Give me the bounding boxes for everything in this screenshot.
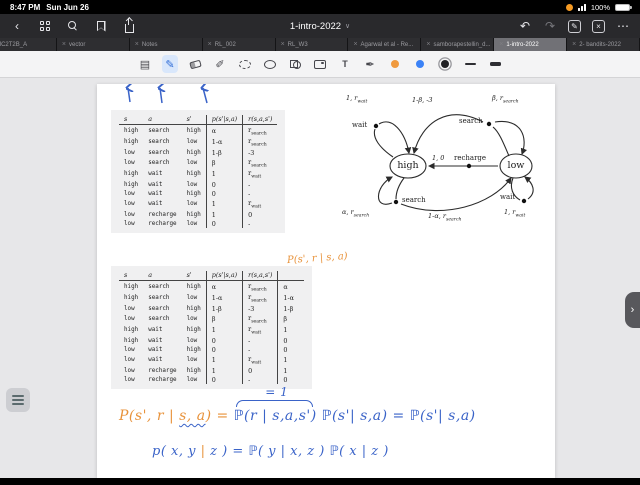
tab-close-icon[interactable]: × [281, 41, 285, 48]
battery-percent: 100% [591, 3, 610, 12]
handwritten-arrows-annotation [121, 84, 241, 104]
bottom-bezel [0, 478, 640, 485]
tab-close-icon[interactable]: × [62, 41, 66, 48]
action-dot-wait-bottom [522, 199, 526, 203]
redo-icon[interactable]: ↷ [543, 19, 557, 33]
eraser-tool-icon[interactable] [187, 55, 203, 73]
edge-label: α, rsearch [342, 208, 369, 218]
action-dot-wait-top [374, 124, 378, 128]
chevron-right-icon: › [631, 304, 635, 316]
sidebar-pull-tab[interactable]: › [625, 292, 640, 328]
edge-label: 1, 0 [432, 154, 444, 162]
document-title: 1-intro-2022 [290, 21, 341, 32]
mdp-dynamics-table: sas'p(s'|s,a)r(s,a,s')highsearchhighαrse… [119, 115, 277, 228]
tab-close-icon[interactable]: × [426, 41, 430, 48]
edge-label: 1-β, -3 [412, 96, 433, 104]
search-icon[interactable] [66, 19, 80, 33]
lasso-tool-icon[interactable] [237, 55, 253, 73]
recording-indicator-icon[interactable] [566, 4, 573, 11]
undo-icon[interactable]: ↶ [518, 19, 532, 33]
battery-icon [615, 4, 630, 11]
ipad-screen: 8:47 PM Sun Jun 26 100% ‹ 1-intro-2022 ∨… [0, 0, 640, 485]
back-chevron-icon[interactable]: ‹ [10, 19, 24, 33]
documents-grid-icon[interactable] [38, 19, 52, 33]
handwritten-equation-2: p( x, y | z ) = ℙ( y | x, z ) ℙ( x | z ) [152, 444, 389, 459]
tab-close-icon[interactable]: × [135, 41, 139, 48]
state-low-label: low [496, 160, 536, 171]
equals-one-note: = 1 [265, 385, 288, 399]
date: Sun Jun 26 [46, 3, 89, 12]
edge-label: 1-α, rsearch [428, 212, 462, 222]
page-thumbnails-icon[interactable]: ▤ [137, 55, 153, 73]
tab-close-icon[interactable]: × [353, 41, 357, 48]
action-wait-bottom-label: wait [500, 193, 515, 201]
markup-mode-icon[interactable]: ✎ [568, 20, 581, 33]
mdp-transition-diagram: high low 1, rwait 1-β, -3 β, rsearch wai… [330, 88, 552, 230]
stroke-width-thick[interactable] [487, 55, 503, 73]
color-swatch-blue[interactable] [412, 55, 428, 73]
marker-tool-icon[interactable]: ✐ [212, 55, 228, 73]
action-search-top-label: search [459, 117, 483, 125]
action-dot-search-bottom [394, 200, 398, 204]
braced-term: = 1ℙ(r | s,a,s') [234, 408, 317, 424]
image-tool-icon[interactable] [312, 55, 328, 73]
tab-mc2t2b[interactable]: ×MC2T2B_A [0, 38, 57, 51]
mdp-table-1: sas'p(s'|s,a)r(s,a,s')highsearchhighαrse… [111, 110, 285, 233]
action-wait-top-label: wait [352, 121, 367, 129]
page-navigator-button[interactable] [6, 388, 30, 412]
handwritten-column-header: P(s', r | s, a) [287, 251, 348, 266]
laser-pointer-tool-icon[interactable]: ✒ [362, 55, 378, 73]
shapes-tool-icon[interactable] [287, 55, 303, 73]
more-options-icon[interactable]: ⋯ [616, 19, 630, 33]
tab-notes[interactable]: ×Notes [130, 38, 203, 51]
tab-sambora[interactable]: ×samborapestellin_d... [421, 38, 494, 51]
text-tool-icon[interactable]: T [337, 55, 353, 73]
stroke-width-thin[interactable] [462, 55, 478, 73]
share-icon[interactable] [122, 19, 136, 33]
action-dot-search-top [487, 122, 491, 126]
document-title-menu[interactable]: 1-intro-2022 ∨ [290, 21, 350, 32]
pen-tool-icon[interactable]: ✎ [162, 55, 178, 73]
mdp-dynamics-table-annotated: sas'p(s'|s,a)r(s,a,s')highsearchhighαrse… [119, 271, 304, 384]
color-swatch-orange[interactable] [387, 55, 403, 73]
annotation-toolbar: ▤ ✎ ✐ T ✒ [0, 51, 640, 78]
edge-label: 1, rwait [504, 208, 525, 218]
mdp-table-2: sas'p(s'|s,a)r(s,a,s')highsearchhighαrse… [111, 266, 312, 389]
close-document-icon[interactable]: × [592, 20, 605, 33]
tab-close-icon[interactable]: × [572, 41, 576, 48]
document-canvas[interactable]: sas'p(s'|s,a)r(s,a,s')highsearchhighαrse… [0, 78, 640, 478]
tab-agarwal[interactable]: ×Agarwal et al - Re... [348, 38, 421, 51]
action-search-bottom-label: search [402, 196, 426, 204]
tab-1-intro-2022-active[interactable]: ×1-intro-2022 [494, 38, 567, 51]
tab-2-bandits-2022[interactable]: ×2- bandits-2022 [567, 38, 640, 51]
signal-icon [578, 3, 586, 11]
tab-close-icon[interactable]: × [208, 41, 212, 48]
status-bar: 8:47 PM Sun Jun 26 100% [0, 0, 640, 14]
comment-tool-icon[interactable] [262, 55, 278, 73]
clock: 8:47 PM [10, 3, 40, 12]
state-high-label: high [388, 160, 428, 171]
action-dot-recharge [467, 164, 471, 168]
color-swatch-black-selected[interactable] [437, 55, 453, 73]
action-recharge-label: recharge [454, 154, 486, 162]
title-dropdown-icon: ∨ [345, 22, 350, 30]
edge-label: β, rsearch [492, 94, 519, 104]
nav-bar: ‹ 1-intro-2022 ∨ ↶ ↷ ✎ × ⋯ [0, 14, 640, 38]
list-icon [12, 395, 24, 405]
handwritten-equation-1: P(s', r | s, a) = = 1ℙ(r | s,a,s') ℙ(s'|… [119, 408, 476, 424]
bookmark-icon[interactable] [94, 19, 108, 33]
edge-label: 1, rwait [346, 94, 367, 104]
tab-rl-002[interactable]: ×RL_002 [203, 38, 276, 51]
tab-close-icon[interactable]: × [499, 41, 503, 48]
pdf-page[interactable]: sas'p(s'|s,a)r(s,a,s')highsearchhighαrse… [97, 84, 555, 478]
tab-vector[interactable]: ×vector [57, 38, 130, 51]
tab-rl-w3[interactable]: ×RL_W3 [276, 38, 349, 51]
tab-strip: ×MC2T2B_A ×vector ×Notes ×RL_002 ×RL_W3 … [0, 38, 640, 51]
